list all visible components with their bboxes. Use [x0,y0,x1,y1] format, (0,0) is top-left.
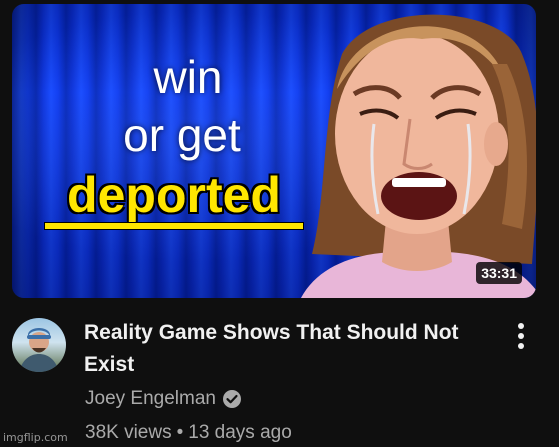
channel-avatar[interactable] [12,318,66,372]
thumbnail-text-underline [44,222,304,230]
video-card: win or get deported 33:31 Reality Game S… [0,0,559,447]
view-count: 38K views [85,422,172,443]
video-title[interactable]: Reality Game Shows That Should Not Exist [84,317,494,381]
thumbnail-text-highlight: deported [67,167,281,223]
more-options-button[interactable] [508,320,534,352]
stats-separator: • [176,422,184,443]
video-thumbnail[interactable]: win or get deported 33:31 [12,4,536,298]
video-stats: 38K views • 13 days ago [85,422,292,444]
more-vert-icon [518,323,524,349]
channel-row: Joey Engelman [85,388,242,410]
video-duration-badge: 33:31 [476,262,522,284]
upload-age: 13 days ago [188,422,292,443]
verified-check-icon [222,390,241,408]
imgflip-watermark: imgflip.com [3,431,68,444]
channel-name[interactable]: Joey Engelman [85,388,216,410]
thumbnail-person-image [301,14,536,298]
avatar-person-icon [19,328,59,372]
thumbnail-text-line1: win [153,51,223,103]
thumbnail-text-line2: or get [123,109,241,161]
